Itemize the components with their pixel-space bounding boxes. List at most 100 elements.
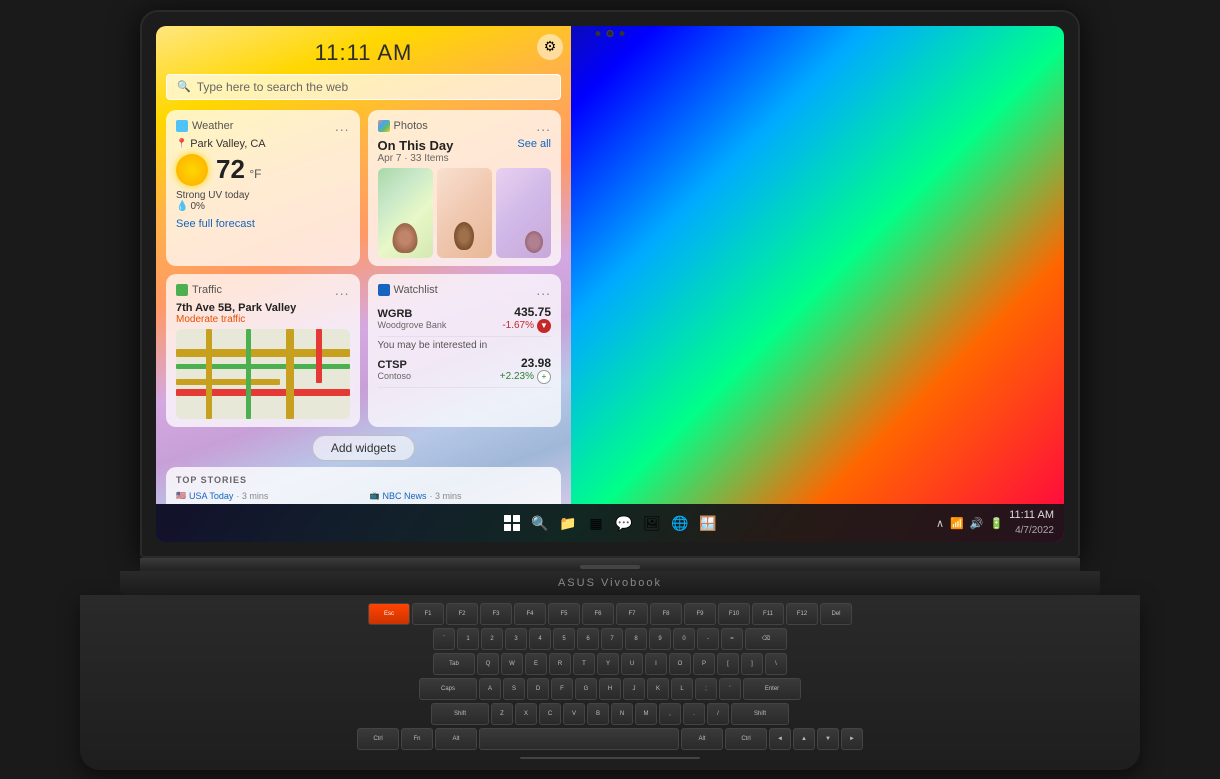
key-f12[interactable]: F12	[786, 603, 818, 625]
key-y[interactable]: Y	[597, 653, 619, 675]
key-f[interactable]: F	[551, 678, 573, 700]
key-n[interactable]: N	[611, 703, 633, 725]
key-d[interactable]: D	[527, 678, 549, 700]
taskbar-apps[interactable]: ▦	[584, 511, 608, 535]
key-rctrl[interactable]: Ctrl	[725, 728, 767, 750]
key-e[interactable]: E	[525, 653, 547, 675]
key-slash[interactable]: /	[707, 703, 729, 725]
key-v[interactable]: V	[563, 703, 585, 725]
key-g[interactable]: G	[575, 678, 597, 700]
photos-see-all-link[interactable]: See all	[517, 138, 551, 150]
key-6[interactable]: 6	[577, 628, 599, 650]
key-s[interactable]: S	[503, 678, 525, 700]
taskbar-clock[interactable]: 11:11 AM 4/7/2022	[1009, 508, 1054, 537]
key-f11[interactable]: F11	[752, 603, 784, 625]
key-lalt[interactable]: Alt	[435, 728, 477, 750]
key-rshift[interactable]: Shift	[731, 703, 789, 725]
key-l[interactable]: L	[671, 678, 693, 700]
taskbar-file-explorer[interactable]: 📁	[556, 511, 580, 535]
key-r[interactable]: R	[549, 653, 571, 675]
key-z[interactable]: Z	[491, 703, 513, 725]
key-2[interactable]: 2	[481, 628, 503, 650]
widget-toggle-button[interactable]: ⚙	[537, 34, 563, 60]
tray-battery[interactable]: 🔋	[989, 517, 1003, 530]
key-f10[interactable]: F10	[718, 603, 750, 625]
key-i[interactable]: I	[645, 653, 667, 675]
key-del[interactable]: Del	[820, 603, 852, 625]
key-h[interactable]: H	[599, 678, 621, 700]
taskbar-chat[interactable]: 💬	[612, 511, 636, 535]
key-equals[interactable]: =	[721, 628, 743, 650]
key-w[interactable]: W	[501, 653, 523, 675]
key-u[interactable]: U	[621, 653, 643, 675]
search-bar[interactable]: 🔍 Type here to search the web	[166, 74, 561, 100]
key-q[interactable]: Q	[477, 653, 499, 675]
key-ralt[interactable]: Alt	[681, 728, 723, 750]
key-m[interactable]: M	[635, 703, 657, 725]
weather-dots-menu[interactable]: ...	[335, 118, 350, 134]
key-down[interactable]: ▼	[817, 728, 839, 750]
news-item-2[interactable]: 📺 NBC News · 3 mins Are coffee naps the …	[370, 491, 552, 505]
key-semicolon[interactable]: ;	[695, 678, 717, 700]
key-f2[interactable]: F2	[446, 603, 478, 625]
touchpad[interactable]	[520, 757, 700, 759]
key-o[interactable]: O	[669, 653, 691, 675]
key-f9[interactable]: F9	[684, 603, 716, 625]
map-area[interactable]	[176, 329, 350, 419]
tray-chevron[interactable]: ∧	[936, 517, 944, 530]
key-f6[interactable]: F6	[582, 603, 614, 625]
traffic-dots-menu[interactable]: ...	[335, 282, 350, 298]
stock-row-1[interactable]: WGRB Woodgrove Bank 435.75 -1.67% ▼	[378, 302, 552, 337]
start-button[interactable]	[500, 511, 524, 535]
photo-thumbnail-1[interactable]	[378, 168, 433, 258]
key-9[interactable]: 9	[649, 628, 671, 650]
key-f4[interactable]: F4	[514, 603, 546, 625]
key-f7[interactable]: F7	[616, 603, 648, 625]
key-space[interactable]	[479, 728, 679, 750]
key-k[interactable]: K	[647, 678, 669, 700]
key-fn[interactable]: Fn	[401, 728, 433, 750]
photo-thumbnail-3[interactable]	[496, 168, 551, 258]
key-8[interactable]: 8	[625, 628, 647, 650]
key-backtick[interactable]: `	[433, 628, 455, 650]
key-x[interactable]: X	[515, 703, 537, 725]
photo-thumbnail-2[interactable]	[437, 168, 492, 258]
key-f3[interactable]: F3	[480, 603, 512, 625]
key-quote[interactable]: '	[719, 678, 741, 700]
key-f5[interactable]: F5	[548, 603, 580, 625]
key-backslash[interactable]: \	[765, 653, 787, 675]
key-caps[interactable]: Caps	[419, 678, 477, 700]
key-backspace[interactable]: ⌫	[745, 628, 787, 650]
key-t[interactable]: T	[573, 653, 595, 675]
tray-sound[interactable]: 🔊	[970, 517, 984, 530]
key-7[interactable]: 7	[601, 628, 623, 650]
photos-dots-menu[interactable]: ...	[536, 118, 551, 134]
key-3[interactable]: 3	[505, 628, 527, 650]
key-4[interactable]: 4	[529, 628, 551, 650]
key-left[interactable]: ◄	[769, 728, 791, 750]
key-a[interactable]: A	[479, 678, 501, 700]
key-5[interactable]: 5	[553, 628, 575, 650]
tray-wifi[interactable]: 📶	[950, 517, 964, 530]
taskbar-search-button[interactable]: 🔍	[528, 511, 552, 535]
key-b[interactable]: B	[587, 703, 609, 725]
key-c[interactable]: C	[539, 703, 561, 725]
key-comma[interactable]: ,	[659, 703, 681, 725]
key-tab[interactable]: Tab	[433, 653, 475, 675]
weather-forecast-link[interactable]: See full forecast	[176, 218, 350, 230]
add-widgets-button[interactable]: Add widgets	[312, 435, 415, 461]
key-p[interactable]: P	[693, 653, 715, 675]
key-right[interactable]: ►	[841, 728, 863, 750]
key-minus[interactable]: -	[697, 628, 719, 650]
key-1[interactable]: 1	[457, 628, 479, 650]
key-f8[interactable]: F8	[650, 603, 682, 625]
taskbar-store[interactable]: 🪟	[696, 511, 720, 535]
key-lshift[interactable]: Shift	[431, 703, 489, 725]
stock-row-2[interactable]: CTSP Contoso 23.98 +2.23% +	[378, 353, 552, 388]
news-item-1[interactable]: 🇺🇸 USA Today · 3 mins One of the smalles…	[176, 491, 358, 505]
key-period[interactable]: .	[683, 703, 705, 725]
key-lctrl[interactable]: Ctrl	[357, 728, 399, 750]
taskbar-photos[interactable]: 🖼	[640, 511, 664, 535]
key-up[interactable]: ▲	[793, 728, 815, 750]
key-j[interactable]: J	[623, 678, 645, 700]
